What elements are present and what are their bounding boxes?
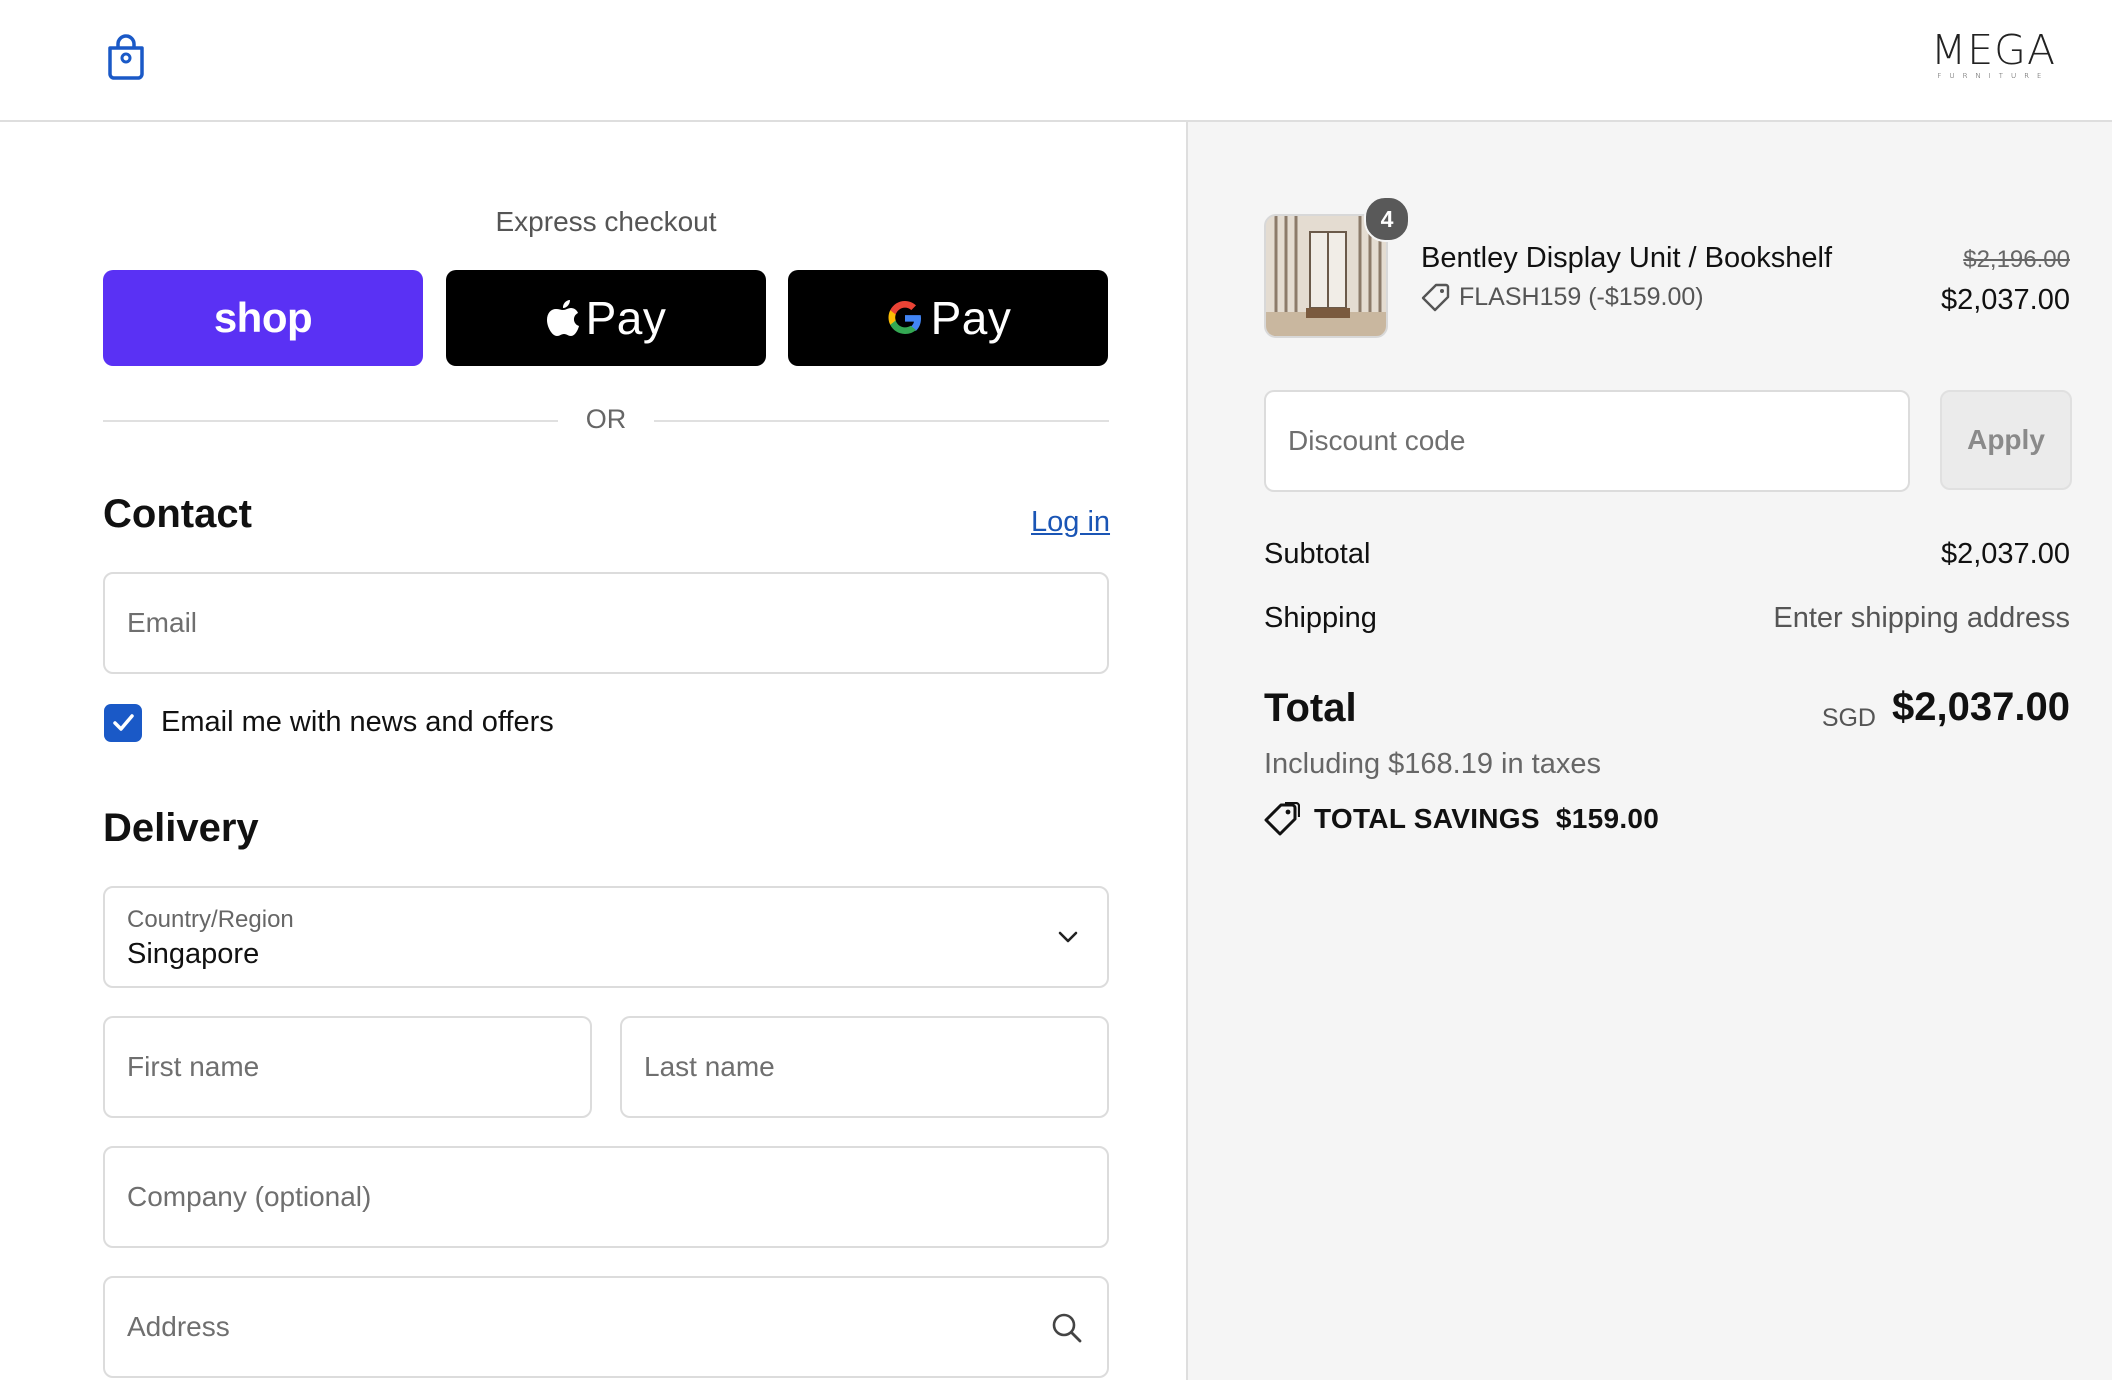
discounted-price: $2,037.00 [1940, 284, 2070, 316]
discount-code-field[interactable]: Discount code [1264, 390, 1910, 492]
apple-logo-icon [546, 300, 579, 336]
apply-discount-button[interactable]: Apply [1940, 390, 2072, 490]
brand-name: MEGA [1930, 26, 2056, 74]
newsletter-checkbox[interactable] [104, 704, 142, 742]
country-region-select[interactable]: Country/Region Singapore [103, 886, 1109, 988]
divider-right [654, 420, 1109, 422]
currency-code: SGD [1821, 704, 1876, 732]
savings-label: TOTAL SAVINGS [1314, 803, 1540, 834]
first-name-field[interactable]: First name [103, 1016, 592, 1118]
company-field[interactable]: Company (optional) [103, 1146, 1109, 1248]
subtotal-value: $2,037.00 [1940, 538, 2070, 570]
checkmark-icon [113, 714, 134, 731]
discount-code-placeholder: Discount code [1288, 425, 1466, 456]
shop-pay-button[interactable]: shop [103, 270, 423, 366]
brand-subtitle: FURNITURE [1937, 72, 2050, 80]
search-icon [1052, 1313, 1082, 1343]
savings-value: $159.00 [1555, 803, 1660, 834]
original-price: $2,196.00 [1963, 246, 2070, 273]
product-name: Bentley Display Unit / Bookshelf [1421, 242, 1833, 274]
total-savings: TOTAL SAVINGS $159.00 [1264, 802, 1659, 836]
checkout-header: MEGA FURNITURE [0, 0, 2112, 122]
shipping-value: Enter shipping address [1773, 602, 2070, 634]
country-region-label: Country/Region [127, 906, 294, 933]
shipping-label: Shipping [1264, 602, 1377, 634]
total-label: Total [1264, 686, 1357, 730]
total-value: $2,037.00 [1892, 685, 2070, 729]
google-pay-label: Pay [930, 292, 1012, 344]
last-name-field[interactable]: Last name [620, 1016, 1109, 1118]
express-checkout-label: Express checkout [495, 206, 717, 237]
last-name-placeholder: Last name [644, 1051, 775, 1082]
divider-left [103, 420, 558, 422]
country-region-value: Singapore [127, 938, 260, 970]
checkout-form-panel: Express checkout shop Pay Pay OR Contact… [0, 122, 1186, 1380]
shop-pay-label: shop [213, 294, 313, 341]
shopping-bag-icon[interactable] [106, 34, 146, 80]
newsletter-label[interactable]: Email me with news and offers [161, 706, 554, 739]
savings-tag-icon [1264, 802, 1300, 836]
apple-pay-label: Pay [585, 292, 667, 344]
address-field[interactable]: Address [103, 1276, 1109, 1378]
order-summary-panel: 4 Bentley Display Unit / Bookshelf FLASH… [1186, 122, 2112, 1380]
discount-code-text: FLASH159 (-$159.00) [1459, 282, 1704, 311]
company-placeholder: Company (optional) [127, 1181, 372, 1212]
tag-icon [1421, 283, 1450, 312]
tax-info: Including $168.19 in taxes [1264, 748, 1601, 780]
delivery-heading: Delivery [103, 806, 259, 850]
address-placeholder: Address [127, 1311, 230, 1342]
google-pay-button[interactable]: Pay [788, 270, 1108, 366]
applied-discount: FLASH159 (-$159.00) [1421, 282, 1704, 312]
brand-logo[interactable]: MEGA FURNITURE [1931, 28, 2056, 80]
google-g-icon [888, 301, 921, 334]
email-placeholder: Email [127, 607, 198, 638]
contact-heading: Contact [103, 492, 252, 536]
email-field[interactable]: Email [103, 572, 1109, 674]
subtotal-label: Subtotal [1264, 538, 1371, 570]
apple-pay-button[interactable]: Pay [446, 270, 766, 366]
log-in-link[interactable]: Log in [1031, 506, 1110, 539]
or-divider-text: OR [585, 404, 627, 434]
quantity-badge: 4 [1364, 196, 1410, 242]
chevron-down-icon [1058, 931, 1078, 943]
first-name-placeholder: First name [127, 1051, 260, 1082]
